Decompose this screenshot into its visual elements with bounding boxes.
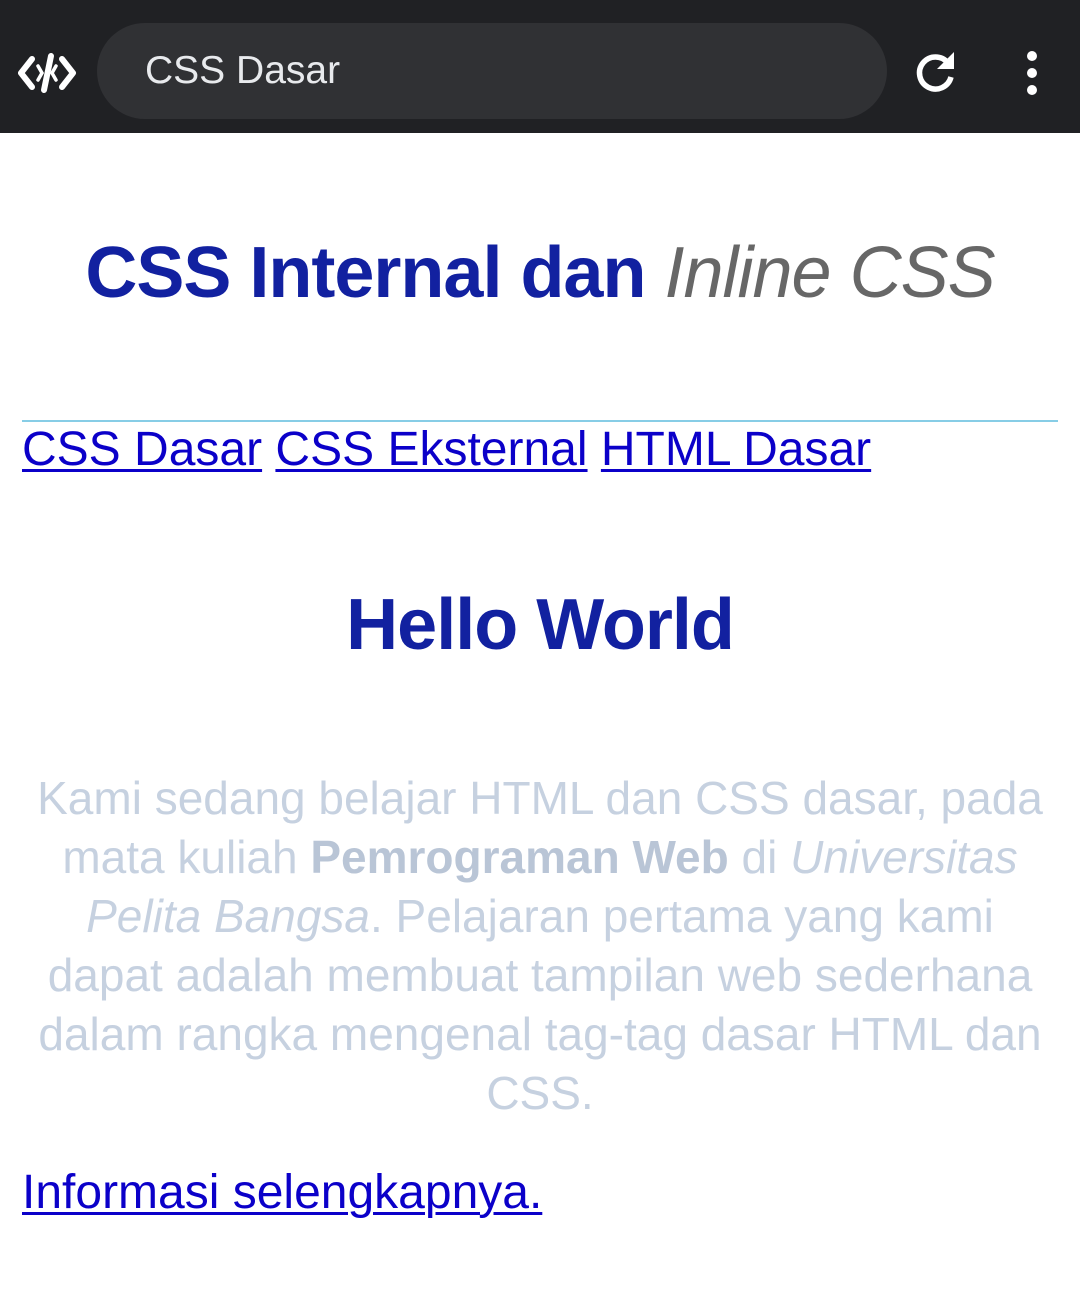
address-bar[interactable]: CSS Dasar [97,23,887,119]
code-editor-icon[interactable] [18,50,78,96]
page-title: CSS Internal dan Inline CSS [0,232,1080,314]
intro-paragraph: Kami sedang belajar HTML dan CSS dasar, … [30,769,1050,1123]
browser-toolbar: CSS Dasar [0,0,1080,133]
more-info-link[interactable]: Informasi selengkapnya. [22,1164,542,1222]
address-bar-title: CSS Dasar [145,49,341,92]
reload-icon[interactable] [912,50,958,96]
paragraph-bold: Pemrograman Web [310,831,729,883]
page-title-italic: Inline CSS [664,233,995,313]
more-vert-icon[interactable] [1010,50,1054,96]
paragraph-text-2: di [728,831,791,883]
page-title-main: CSS Internal dan [85,233,646,313]
nav-links: CSS Dasar CSS Eksternal HTML Dasar [22,421,871,479]
nav-link-html-dasar[interactable]: HTML Dasar [601,423,871,476]
nav-link-css-eksternal[interactable]: CSS Eksternal [275,423,587,476]
hello-heading: Hello World [346,585,735,665]
nav-link-css-dasar[interactable]: CSS Dasar [22,423,262,476]
